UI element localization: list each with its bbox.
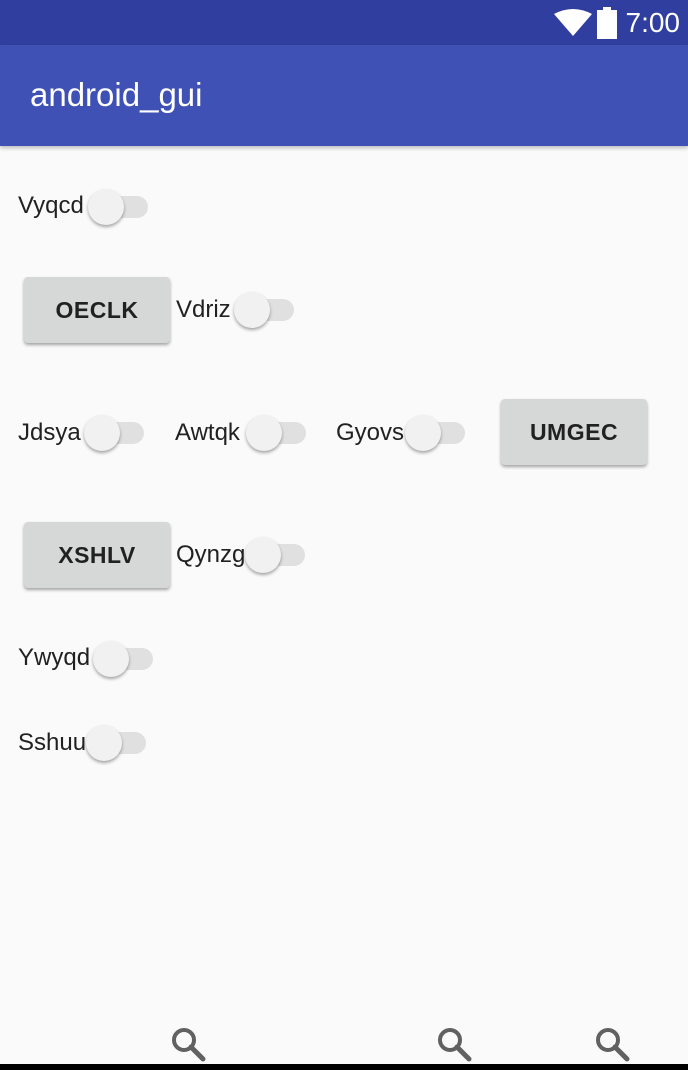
app-bar: android_gui (0, 45, 688, 146)
switch-qynzg[interactable] (245, 535, 309, 575)
switch-gyovs[interactable] (405, 413, 469, 453)
switch-vdriz[interactable] (234, 290, 298, 330)
switch-vyqcd[interactable] (88, 187, 152, 227)
switch-label-vdriz: Vdriz (176, 296, 231, 323)
oeclk-button[interactable]: OECLK (24, 277, 170, 343)
switch-thumb (84, 415, 120, 451)
switch-label-awtqk: Awtqk (175, 419, 240, 446)
switch-thumb (234, 292, 270, 328)
switch-label-jdsya: Jdsya (18, 419, 81, 446)
switch-label-gyovs: Gyovs (336, 419, 405, 446)
switch-label-qynzg: Qynzg (176, 541, 246, 568)
battery-icon (597, 7, 617, 39)
switch-thumb (88, 189, 124, 225)
wifi-icon (554, 9, 592, 36)
umgec-button[interactable]: UMGEC (501, 399, 647, 465)
search-icon[interactable] (436, 1026, 472, 1062)
search-icon[interactable] (170, 1026, 206, 1062)
app-title: android_gui (30, 76, 203, 113)
status-bar: 7:00 (0, 0, 688, 45)
switch-thumb (245, 537, 281, 573)
switch-jdsya[interactable] (84, 413, 148, 453)
switch-thumb (405, 415, 441, 451)
switch-ywyqd[interactable] (93, 639, 157, 679)
switch-sshuu[interactable] (86, 723, 150, 763)
status-time: 7:00 (625, 7, 681, 38)
switch-label-ywyqd: Ywyqd (18, 644, 91, 671)
switch-label-vyqcd: Vyqcd (18, 192, 84, 219)
switch-awtqk[interactable] (246, 413, 310, 453)
xshlv-button[interactable]: XSHLV (24, 522, 170, 588)
switch-label-sshuu: Sshuu (18, 729, 87, 756)
switch-thumb (246, 415, 282, 451)
bottom-edge (0, 1064, 688, 1070)
switch-thumb (93, 641, 129, 677)
switch-thumb (86, 725, 122, 761)
search-icon[interactable] (594, 1026, 630, 1062)
